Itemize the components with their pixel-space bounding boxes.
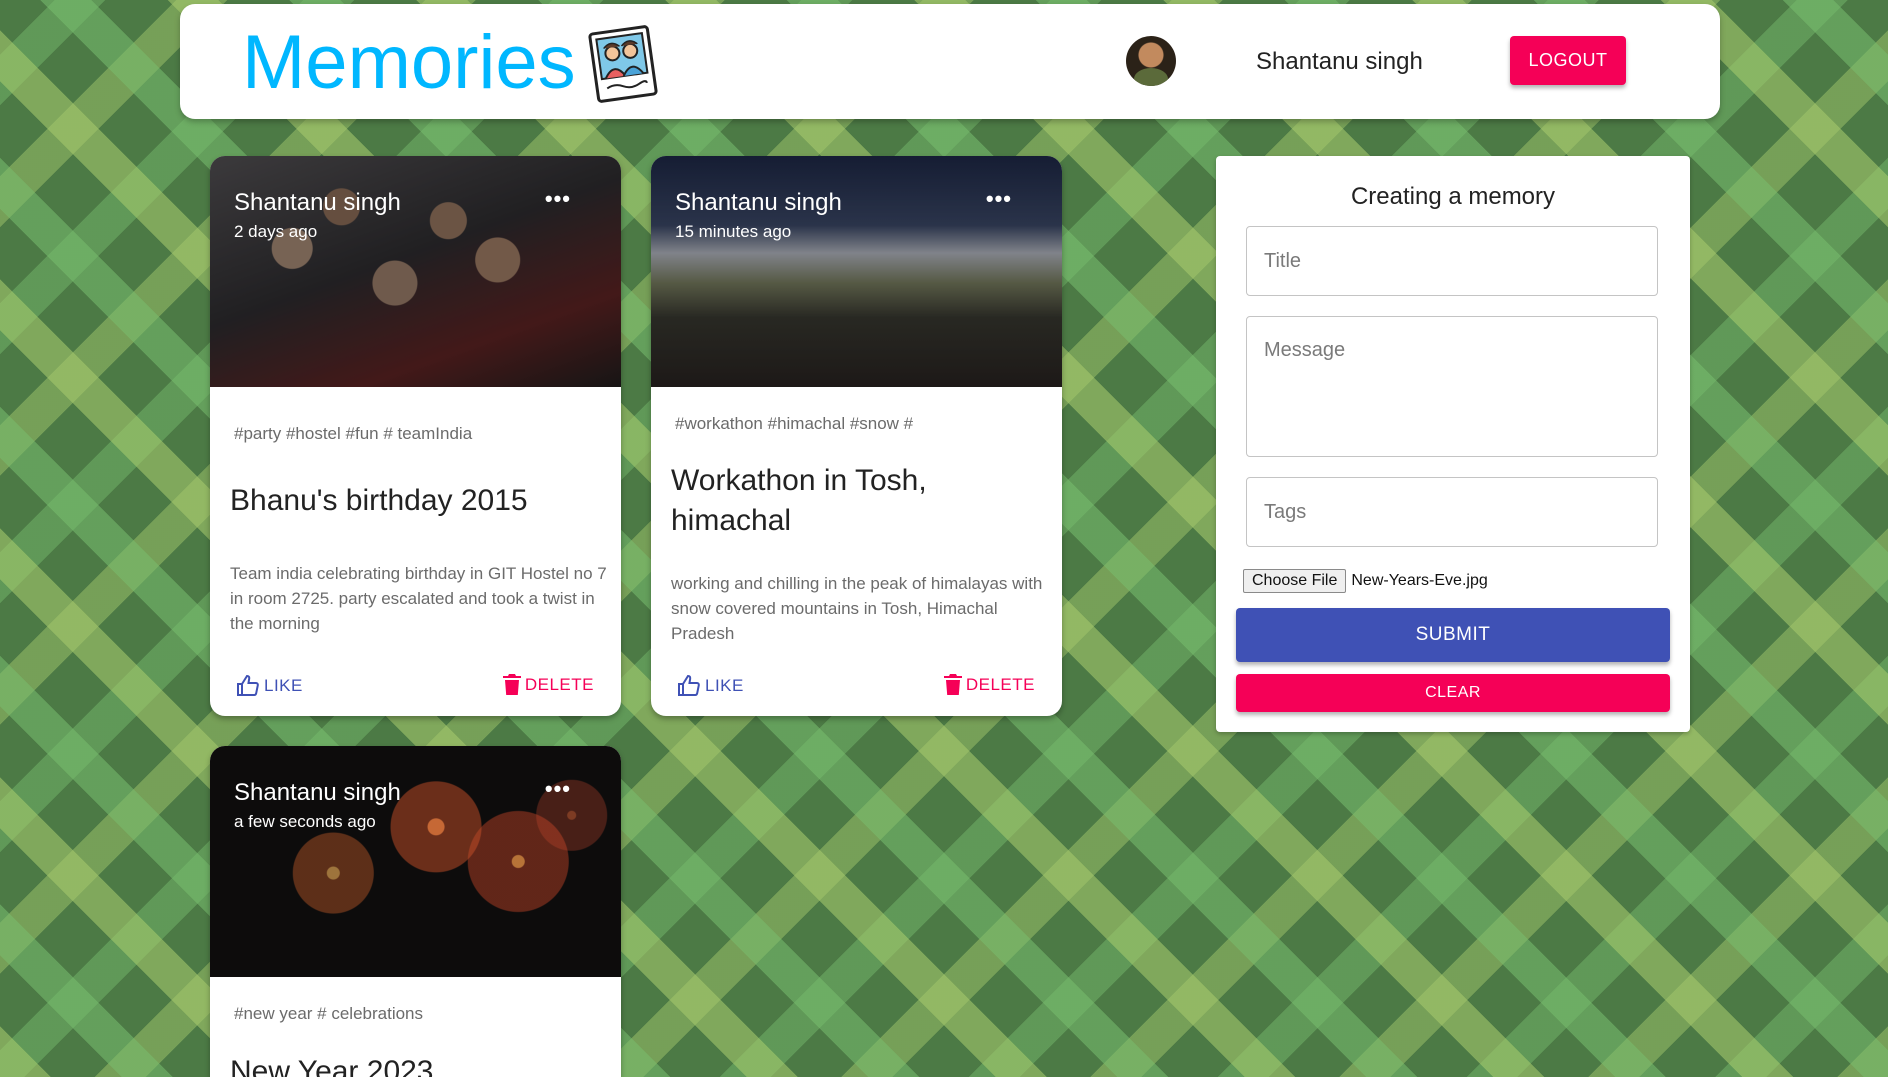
post-time: 2 days ago xyxy=(234,222,318,241)
file-name: New-Years-Eve.jpg xyxy=(1351,572,1488,589)
thumb-up-icon xyxy=(237,674,259,696)
post-tags: #new year # celebrations xyxy=(234,1004,424,1023)
post-tags: #workathon #himachal #snow # xyxy=(675,414,914,433)
more-horizontal-icon[interactable]: ••• xyxy=(545,776,571,802)
more-horizontal-icon[interactable]: ••• xyxy=(545,186,571,212)
user-name: Shantanu singh xyxy=(1256,48,1423,75)
delete-button[interactable]: DELETE xyxy=(502,674,594,696)
app-bar: Memories Shantanu singh LOGOUT xyxy=(180,4,1720,119)
post-card: Shantanu singh a few seconds ago ••• #ne… xyxy=(210,746,621,1077)
post-time: 15 minutes ago xyxy=(675,222,792,241)
post-author: Shantanu singh xyxy=(675,189,842,216)
file-picker: Choose File New-Years-Eve.jpg xyxy=(1243,569,1488,593)
submit-button[interactable]: SUBMIT xyxy=(1236,608,1670,662)
post-author: Shantanu singh xyxy=(234,189,401,216)
delete-label: DELETE xyxy=(524,675,594,694)
brand-title[interactable]: Memories xyxy=(242,18,576,108)
post-title: Workathon in Tosh, himachal xyxy=(671,464,927,537)
post-image: Shantanu singh 15 minutes ago ••• xyxy=(651,156,1062,387)
post-tags: #party #hostel #fun # teamIndia xyxy=(234,424,473,443)
delete-button[interactable]: DELETE xyxy=(943,674,1035,696)
post-author: Shantanu singh xyxy=(234,779,401,806)
post-title: Bhanu's birthday 2015 xyxy=(230,484,528,517)
post-message: Team india celebrating birthday in GIT H… xyxy=(230,564,607,633)
logout-button[interactable]: LOGOUT xyxy=(1510,36,1626,85)
like-button[interactable]: LIKE xyxy=(677,674,744,698)
delete-label: DELETE xyxy=(965,675,1035,694)
like-label: LIKE xyxy=(264,676,303,695)
post-image: Shantanu singh a few seconds ago ••• xyxy=(210,746,621,977)
like-label: LIKE xyxy=(705,676,744,695)
clear-button[interactable]: CLEAR xyxy=(1236,674,1670,712)
create-memory-form: Creating a memory Choose File New-Years-… xyxy=(1216,156,1690,732)
post-card: Shantanu singh 2 days ago ••• #party #ho… xyxy=(210,156,621,716)
trash-icon xyxy=(943,674,962,695)
post-message: working and chilling in the peak of hima… xyxy=(671,574,1043,643)
post-card: Shantanu singh 15 minutes ago ••• #worka… xyxy=(651,156,1062,716)
trash-icon xyxy=(502,674,521,695)
thumb-up-icon xyxy=(678,674,700,696)
post-title: New Year 2023 xyxy=(230,1055,434,1077)
form-heading: Creating a memory xyxy=(1350,183,1556,210)
tags-input[interactable] xyxy=(1246,477,1658,547)
post-time: a few seconds ago xyxy=(234,812,376,831)
photo-memories-icon xyxy=(588,25,658,103)
post-image: Shantanu singh 2 days ago ••• xyxy=(210,156,621,387)
message-input[interactable] xyxy=(1246,316,1658,457)
more-horizontal-icon[interactable]: ••• xyxy=(986,186,1012,212)
avatar[interactable] xyxy=(1126,36,1176,86)
title-input[interactable] xyxy=(1246,226,1658,296)
like-button[interactable]: LIKE xyxy=(236,674,303,698)
choose-file-button[interactable]: Choose File xyxy=(1243,569,1347,593)
